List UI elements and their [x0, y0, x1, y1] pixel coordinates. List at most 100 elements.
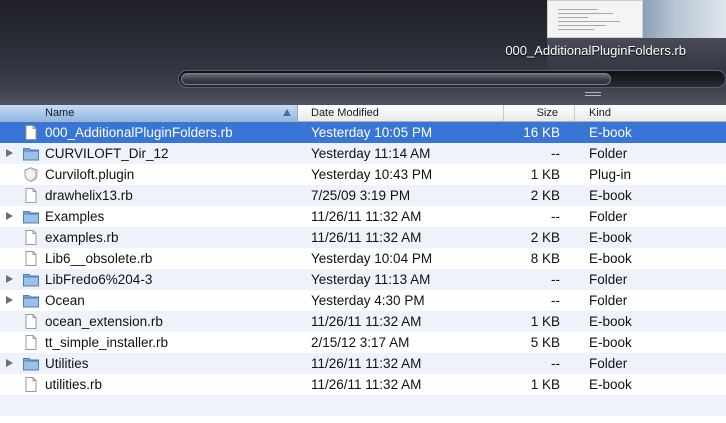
- file-name: Ocean: [45, 293, 85, 308]
- file-size: --: [551, 209, 560, 224]
- document-icon: [23, 230, 39, 245]
- file-list: 000_AdditionalPluginFolders.rb Yesterday …: [0, 122, 726, 416]
- file-size: --: [551, 146, 560, 161]
- column-header-size-label: Size: [536, 107, 558, 119]
- file-date-modified: Yesterday 10:04 PM: [311, 251, 433, 266]
- file-date-modified: Yesterday 10:43 PM: [311, 167, 433, 182]
- file-row[interactable]: Examples 11/26/11 11:32 AM -- Folder: [0, 206, 726, 227]
- file-date-modified: 2/15/12 3:17 AM: [311, 335, 410, 350]
- cover-flow-scroll-thumb[interactable]: [181, 73, 611, 85]
- resize-grip-icon[interactable]: [585, 92, 601, 99]
- file-row[interactable]: tt_simple_installer.rb 2/15/12 3:17 AM 5 K…: [0, 332, 726, 353]
- file-row[interactable]: CURVILOFT_Dir_12 Yesterday 11:14 AM -- Fold…: [0, 143, 726, 164]
- file-kind: E-book: [589, 230, 632, 245]
- file-size: 2 KB: [530, 230, 560, 245]
- column-header-kind[interactable]: Kind: [575, 105, 726, 121]
- file-name: 000_AdditionalPluginFolders.rb: [45, 125, 233, 140]
- disclosure-triangle-icon[interactable]: [6, 296, 13, 304]
- file-kind: E-book: [589, 335, 632, 350]
- cover-flow-neighbor-preview[interactable]: [643, 0, 726, 38]
- folder-icon: [23, 272, 39, 287]
- file-kind: E-book: [589, 188, 632, 203]
- file-date-modified: Yesterday 10:05 PM: [311, 125, 433, 140]
- file-kind: Plug-in: [589, 167, 632, 182]
- disclosure-triangle-icon[interactable]: [6, 149, 13, 157]
- file-kind: Folder: [589, 272, 628, 287]
- column-header: Name Date Modified Size Kind: [0, 105, 726, 122]
- document-icon: [23, 377, 39, 392]
- file-name: examples.rb: [45, 230, 119, 245]
- document-icon: [23, 251, 39, 266]
- file-name: CURVILOFT_Dir_12: [45, 146, 169, 161]
- cover-flow-scrollbar[interactable]: [178, 70, 726, 88]
- file-row[interactable]: Lib6__obsolete.rb Yesterday 10:04 PM 8 KB E…: [0, 248, 726, 269]
- column-header-name-label: Name: [45, 107, 75, 119]
- file-name: Examples: [45, 209, 105, 224]
- file-kind: Folder: [589, 209, 628, 224]
- disclosure-triangle-icon[interactable]: [6, 275, 13, 283]
- cover-flow-view[interactable]: 000_AdditionalPluginFolders.rb: [0, 0, 726, 105]
- file-size: --: [551, 272, 560, 287]
- document-icon: [23, 125, 39, 140]
- file-date-modified: 7/25/09 3:19 PM: [311, 188, 411, 203]
- file-size: --: [551, 293, 560, 308]
- column-header-kind-label: Kind: [589, 107, 612, 119]
- file-row[interactable]: examples.rb 11/26/11 11:32 AM 2 KB E-book: [0, 227, 726, 248]
- sort-ascending-icon: [283, 109, 291, 116]
- file-name: utilities.rb: [45, 377, 103, 392]
- file-size: 16 KB: [523, 125, 560, 140]
- folder-icon: [23, 209, 39, 224]
- file-kind: E-book: [589, 125, 632, 140]
- file-size: 5 KB: [530, 335, 560, 350]
- file-date-modified: 11/26/11 11:32 AM: [311, 377, 422, 392]
- file-date-modified: 11/26/11 11:32 AM: [311, 356, 422, 371]
- file-date-modified: 11/26/11 11:32 AM: [311, 314, 422, 329]
- file-size: --: [551, 356, 560, 371]
- file-date-modified: Yesterday 4:30 PM: [311, 293, 425, 308]
- folder-icon: [23, 293, 39, 308]
- file-name: LibFredo6%204-3: [45, 272, 153, 287]
- plugin-icon: [23, 167, 39, 182]
- file-name: Lib6__obsolete.rb: [45, 251, 153, 266]
- file-kind: Folder: [589, 146, 628, 161]
- file-size: 1 KB: [530, 377, 560, 392]
- column-header-date[interactable]: Date Modified: [299, 105, 504, 121]
- disclosure-triangle-icon[interactable]: [6, 212, 13, 220]
- file-name: tt_simple_installer.rb: [45, 335, 169, 350]
- file-kind: Folder: [589, 293, 628, 308]
- file-size: 8 KB: [530, 251, 560, 266]
- file-row[interactable]: drawhelix13.rb 7/25/09 3:19 PM 2 KB E-book: [0, 185, 726, 206]
- folder-icon: [23, 146, 39, 161]
- file-kind: E-book: [589, 377, 632, 392]
- file-row[interactable]: LibFredo6%204-3 Yesterday 11:13 AM -- Folde…: [0, 269, 726, 290]
- file-row[interactable]: ocean_extension.rb 11/26/11 11:32 AM 1 KB E…: [0, 311, 726, 332]
- document-icon: [23, 314, 39, 329]
- file-date-modified: 11/26/11 11:32 AM: [311, 209, 422, 224]
- file-kind: Folder: [589, 356, 628, 371]
- file-row[interactable]: Curviloft.plugin Yesterday 10:43 PM 1 KB Pl…: [0, 164, 726, 185]
- file-size: 1 KB: [530, 167, 560, 182]
- column-header-name[interactable]: Name: [0, 105, 298, 121]
- file-name: drawhelix13.rb: [45, 188, 133, 203]
- file-date-modified: Yesterday 11:13 AM: [311, 272, 431, 287]
- file-date-modified: 11/26/11 11:32 AM: [311, 230, 422, 245]
- file-row[interactable]: 000_AdditionalPluginFolders.rb Yesterday …: [0, 122, 726, 143]
- file-size: 2 KB: [530, 188, 560, 203]
- file-row[interactable]: utilities.rb 11/26/11 11:32 AM 1 KB E-book: [0, 374, 726, 395]
- column-header-size[interactable]: Size: [504, 105, 575, 121]
- file-row[interactable]: Utilities 11/26/11 11:32 AM -- Folder: [0, 353, 726, 374]
- file-kind: E-book: [589, 251, 632, 266]
- disclosure-triangle-icon[interactable]: [6, 359, 13, 367]
- folder-icon: [23, 356, 39, 371]
- empty-row: [0, 395, 726, 416]
- file-name: ocean_extension.rb: [45, 314, 163, 329]
- cover-flow-preview[interactable]: [547, 0, 643, 38]
- file-name: Curviloft.plugin: [45, 167, 135, 182]
- file-date-modified: Yesterday 11:14 AM: [311, 146, 431, 161]
- document-icon: [23, 188, 39, 203]
- cover-flow-title: 000_AdditionalPluginFolders.rb: [505, 43, 686, 58]
- file-kind: E-book: [589, 314, 632, 329]
- file-row[interactable]: Ocean Yesterday 4:30 PM -- Folder: [0, 290, 726, 311]
- column-header-date-label: Date Modified: [311, 107, 379, 119]
- file-name: Utilities: [45, 356, 89, 371]
